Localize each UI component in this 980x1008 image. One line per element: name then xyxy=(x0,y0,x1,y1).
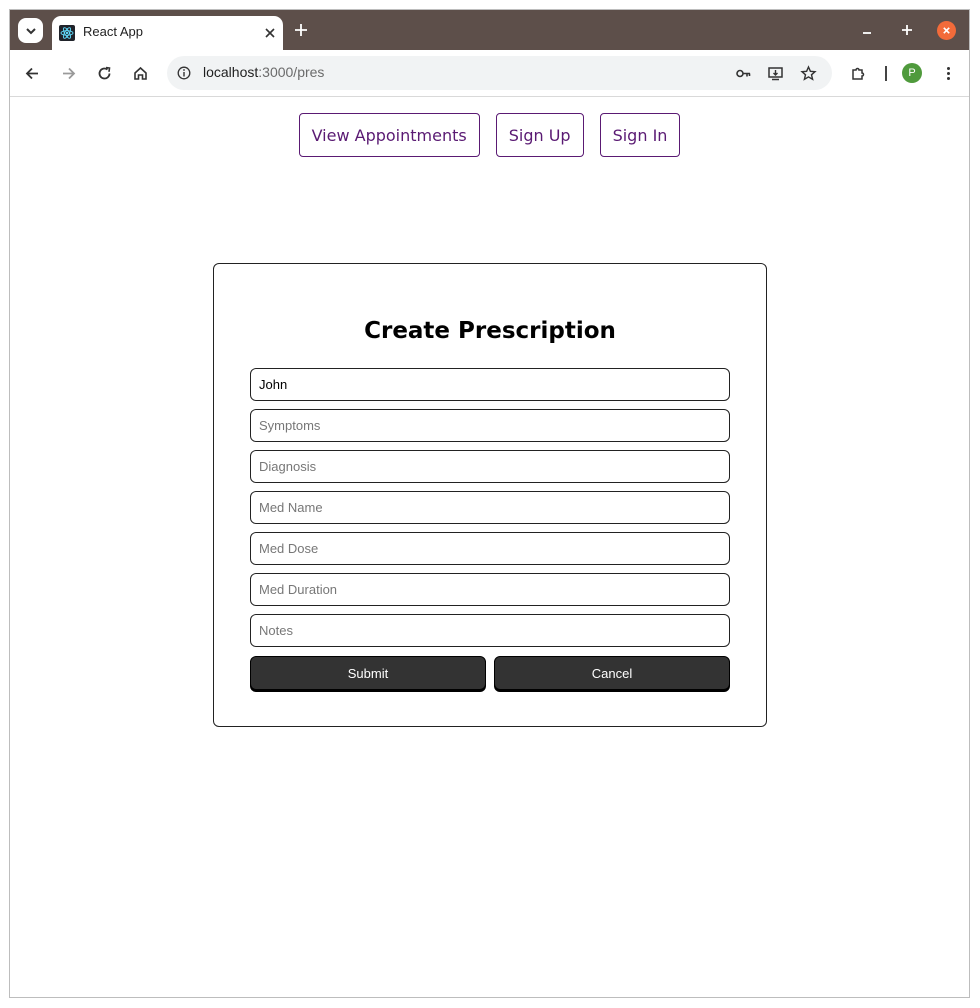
info-icon[interactable] xyxy=(177,66,191,80)
tab-search-button[interactable] xyxy=(18,18,43,43)
reload-icon[interactable] xyxy=(96,65,113,82)
back-arrow-icon[interactable] xyxy=(24,65,41,82)
chevron-down-icon xyxy=(25,27,36,34)
new-tab-plus-icon[interactable] xyxy=(293,22,309,38)
prescription-form-card: Create Prescription Submit Cancel xyxy=(213,263,767,727)
browser-toolbar: localhost:3000/pres P xyxy=(10,50,969,97)
forward-arrow-icon[interactable] xyxy=(60,65,77,82)
symptoms-input[interactable] xyxy=(250,409,730,442)
react-logo-icon xyxy=(59,25,75,41)
minimize-icon[interactable] xyxy=(860,23,874,37)
home-icon[interactable] xyxy=(132,65,149,82)
close-icon xyxy=(943,27,950,34)
puzzle-icon[interactable] xyxy=(850,65,867,82)
url-text[interactable]: localhost:3000/pres xyxy=(203,64,324,80)
page-content: View Appointments Sign Up Sign In Create… xyxy=(10,97,969,997)
tab-title: React App xyxy=(83,24,143,39)
sign-up-button[interactable]: Sign Up xyxy=(495,113,584,157)
med-duration-input[interactable] xyxy=(250,573,730,606)
diagnosis-input[interactable] xyxy=(250,450,730,483)
med-dose-input[interactable] xyxy=(250,532,730,565)
profile-avatar[interactable]: P xyxy=(902,63,922,83)
star-icon[interactable] xyxy=(800,65,817,82)
browser-window: React App localhost:3000/pres P View App xyxy=(9,9,970,998)
url-path: :3000/pres xyxy=(258,64,325,80)
med-name-input[interactable] xyxy=(250,491,730,524)
sign-in-button[interactable]: Sign In xyxy=(599,113,681,157)
submit-button[interactable]: Submit xyxy=(250,656,486,690)
key-icon[interactable] xyxy=(735,65,752,82)
install-icon[interactable] xyxy=(767,65,784,82)
notes-input[interactable] xyxy=(250,614,730,647)
window-close-button[interactable] xyxy=(937,21,956,40)
kebab-menu-icon[interactable] xyxy=(940,65,957,82)
browser-tab[interactable]: React App xyxy=(52,16,283,50)
tab-strip: React App xyxy=(10,10,969,50)
maximize-icon[interactable] xyxy=(900,23,914,37)
form-title: Create Prescription xyxy=(364,318,616,344)
toolbar-separator xyxy=(885,66,887,81)
patient-name-input[interactable] xyxy=(250,368,730,401)
top-nav: View Appointments Sign Up Sign In xyxy=(10,113,969,157)
cancel-button[interactable]: Cancel xyxy=(494,656,730,690)
close-icon[interactable] xyxy=(263,26,277,40)
url-host: localhost xyxy=(203,64,259,80)
address-bar[interactable]: localhost:3000/pres xyxy=(167,56,832,90)
view-appointments-button[interactable]: View Appointments xyxy=(298,113,480,157)
